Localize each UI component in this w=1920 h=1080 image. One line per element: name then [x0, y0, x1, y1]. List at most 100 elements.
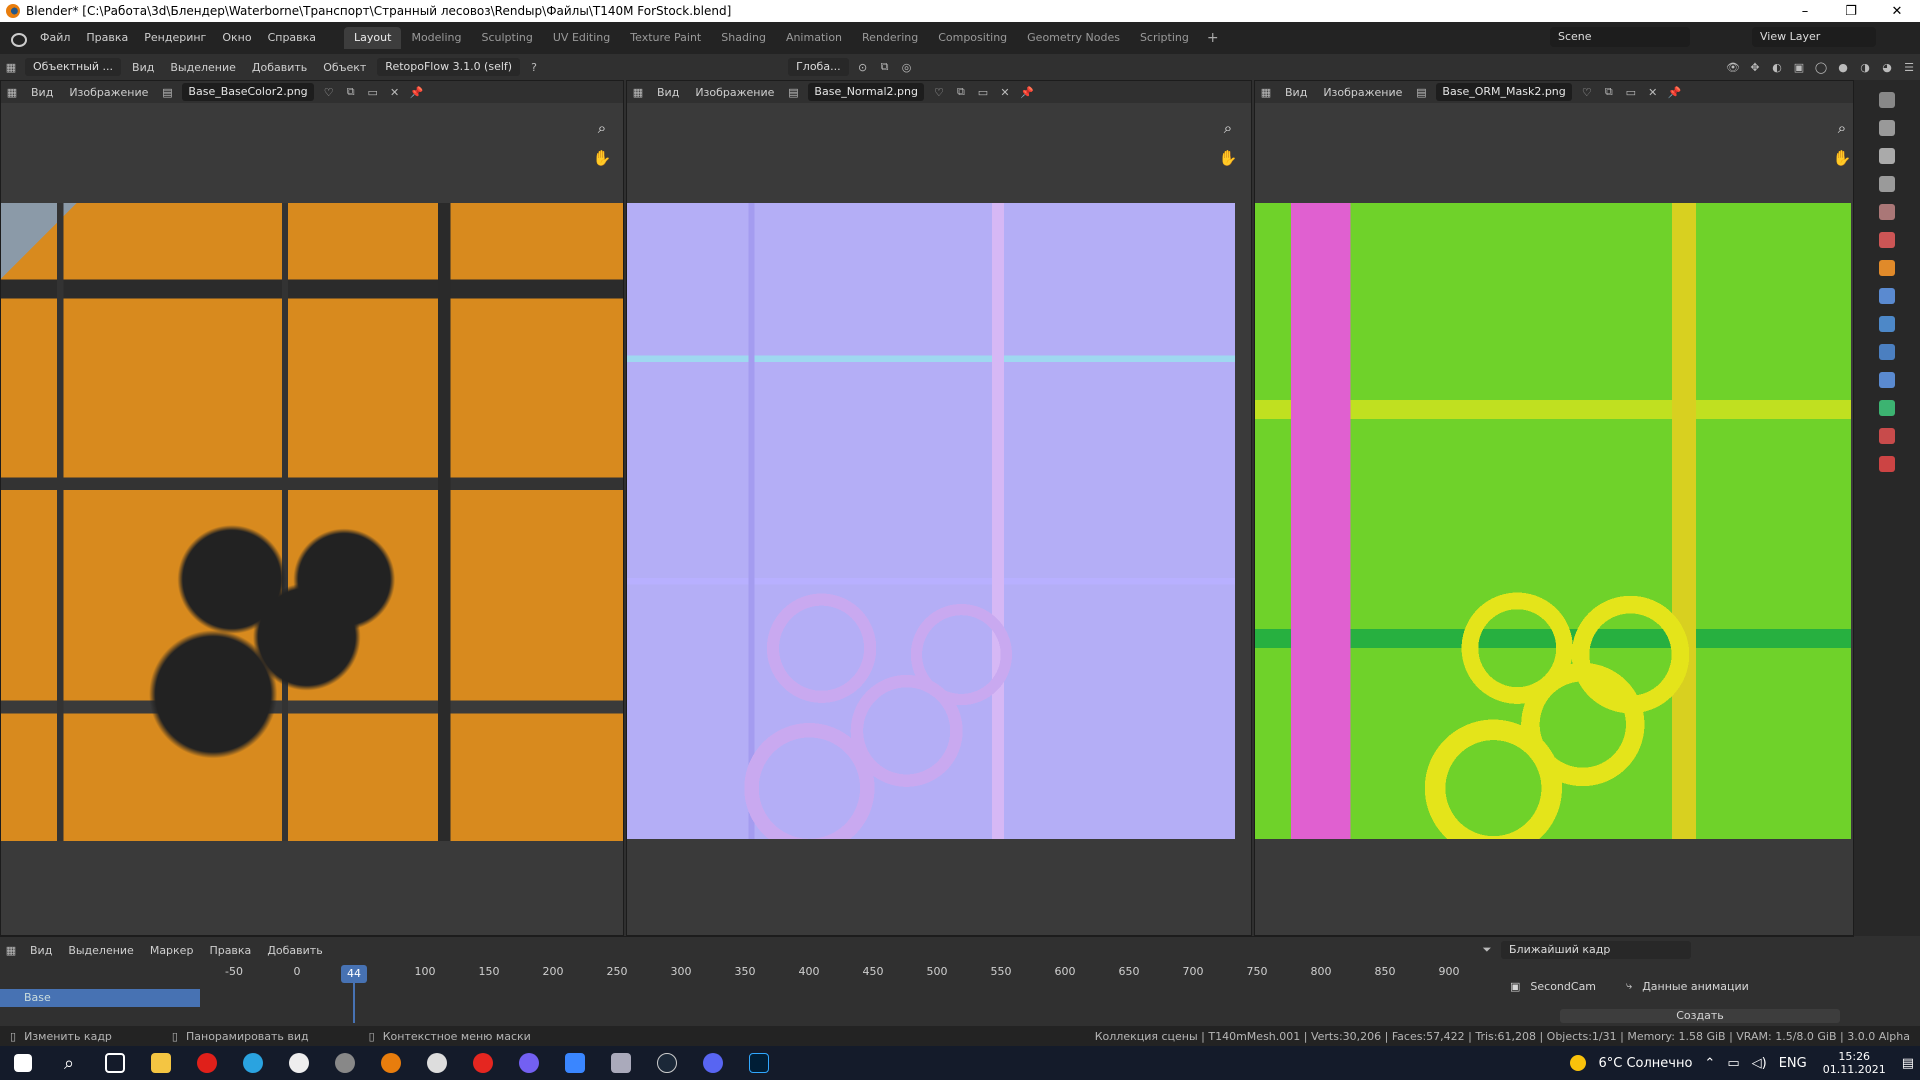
- menu-file[interactable]: Файл: [32, 28, 78, 48]
- menu-help[interactable]: Справка: [260, 28, 324, 48]
- tab-layout[interactable]: Layout: [344, 27, 402, 49]
- tab-animation[interactable]: Animation: [776, 27, 852, 49]
- tool-tab-icon[interactable]: [1879, 92, 1895, 108]
- xray-icon[interactable]: ▣: [1790, 58, 1808, 76]
- unreal-icon[interactable]: [276, 1046, 322, 1080]
- create-button[interactable]: Создать: [1560, 1009, 1840, 1023]
- pin-icon[interactable]: 📌: [1018, 83, 1036, 101]
- timeline-editor[interactable]: ▦ Вид Выделение Маркер Правка Добавить ⏷…: [0, 936, 1854, 1026]
- tab-compositing[interactable]: Compositing: [928, 27, 1017, 49]
- open-image-icon[interactable]: ▭: [1622, 83, 1640, 101]
- new-image-icon[interactable]: ⧉: [342, 83, 360, 101]
- wireframe-shading-icon[interactable]: ◯: [1812, 58, 1830, 76]
- steam-icon[interactable]: [644, 1046, 690, 1080]
- zoom-icon[interactable]: ⌕: [591, 117, 613, 139]
- material-shading-icon[interactable]: ◑: [1856, 58, 1874, 76]
- app-icon[interactable]: [322, 1046, 368, 1080]
- output-tab-icon[interactable]: [1879, 148, 1895, 164]
- language-indicator[interactable]: ENG: [1779, 1056, 1807, 1071]
- notifications-icon[interactable]: ▤: [1902, 1056, 1914, 1071]
- editor-type-icon[interactable]: ▦: [1257, 83, 1275, 101]
- image-browse-icon[interactable]: ▤: [158, 83, 176, 101]
- calculator-icon[interactable]: [552, 1046, 598, 1080]
- start-button[interactable]: [0, 1046, 46, 1080]
- unlink-image-icon[interactable]: ✕: [386, 83, 404, 101]
- menu-add[interactable]: Добавить: [244, 61, 315, 74]
- tab-geometry-nodes[interactable]: Geometry Nodes: [1017, 27, 1130, 49]
- close-button[interactable]: ✕: [1874, 0, 1920, 22]
- editor-type-icon[interactable]: ▦: [2, 58, 20, 76]
- pan-hand-icon[interactable]: ✋: [591, 147, 613, 169]
- task-view-icon[interactable]: [92, 1046, 138, 1080]
- menu-view[interactable]: Вид: [22, 944, 60, 957]
- unlink-image-icon[interactable]: ✕: [996, 83, 1014, 101]
- fake-user-icon[interactable]: ♡: [930, 83, 948, 101]
- image-browse-icon[interactable]: ▤: [1412, 83, 1430, 101]
- image-name-field[interactable]: Base_ORM_Mask2.png: [1436, 83, 1572, 101]
- new-image-icon[interactable]: ⧉: [1600, 83, 1618, 101]
- particles-tab-icon[interactable]: [1879, 316, 1895, 332]
- zoom-icon[interactable]: ⌕: [1831, 117, 1853, 139]
- tab-texture-paint[interactable]: Texture Paint: [620, 27, 711, 49]
- timeline-track-base[interactable]: Base: [0, 989, 200, 1007]
- menu-image[interactable]: Изображение: [687, 86, 782, 99]
- scene-tab-icon[interactable]: [1879, 204, 1895, 220]
- app-icon[interactable]: [598, 1046, 644, 1080]
- data-tab-icon[interactable]: [1879, 400, 1895, 416]
- viber-icon[interactable]: [506, 1046, 552, 1080]
- menu-select[interactable]: Выделение: [162, 61, 244, 74]
- discord-icon[interactable]: [690, 1046, 736, 1080]
- editor-menu-icon[interactable]: ☰: [1900, 58, 1918, 76]
- pivot-icon[interactable]: ⊙: [854, 58, 872, 76]
- menu-view[interactable]: Вид: [124, 61, 162, 74]
- menu-window[interactable]: Окно: [214, 28, 259, 48]
- search-icon[interactable]: ⌕: [46, 1046, 92, 1080]
- keying-dropdown[interactable]: Ближайший кадр: [1501, 941, 1691, 959]
- yandex-icon[interactable]: [460, 1046, 506, 1080]
- photoshop-icon[interactable]: [736, 1046, 782, 1080]
- pin-icon[interactable]: 📌: [408, 83, 426, 101]
- add-workspace-icon[interactable]: +: [1199, 30, 1227, 46]
- pan-hand-icon[interactable]: ✋: [1831, 147, 1853, 169]
- menu-edit[interactable]: Правка: [78, 28, 136, 48]
- filter-icon[interactable]: ⏷: [1478, 941, 1496, 959]
- explorer-icon[interactable]: [138, 1046, 184, 1080]
- constraints-tab-icon[interactable]: [1879, 372, 1895, 388]
- pin-icon[interactable]: 📌: [1666, 83, 1684, 101]
- image-canvas[interactable]: ⌕ ✋: [627, 103, 1251, 935]
- modifier-tab-icon[interactable]: [1879, 288, 1895, 304]
- transform-orientation-dropdown[interactable]: Глоба...: [788, 58, 849, 76]
- image-canvas[interactable]: ⌕ ✋: [1, 103, 623, 935]
- menu-view[interactable]: Вид: [1277, 86, 1315, 99]
- rendered-shading-icon[interactable]: ◕: [1878, 58, 1896, 76]
- menu-add[interactable]: Добавить: [259, 944, 330, 957]
- timeline-ruler[interactable]: -50 0 100 150 200 250 300 350 400 450 50…: [0, 965, 1500, 985]
- image-browse-icon[interactable]: ▤: [784, 83, 802, 101]
- render-tab-icon[interactable]: [1879, 120, 1895, 136]
- view-layer-tab-icon[interactable]: [1879, 176, 1895, 192]
- menu-edit[interactable]: Правка: [201, 944, 259, 957]
- editor-type-icon[interactable]: ▦: [629, 83, 647, 101]
- pan-hand-icon[interactable]: ✋: [1217, 147, 1239, 169]
- weather-text[interactable]: 6°C Солнечно: [1598, 1056, 1692, 1071]
- overlay-icon[interactable]: ◐: [1768, 58, 1786, 76]
- tab-rendering[interactable]: Rendering: [852, 27, 928, 49]
- mode-dropdown[interactable]: Объектный ...: [25, 58, 122, 76]
- new-image-icon[interactable]: ⧉: [952, 83, 970, 101]
- menu-select[interactable]: Выделение: [60, 944, 142, 957]
- menu-image[interactable]: Изображение: [1315, 86, 1410, 99]
- retopoflow-dropdown[interactable]: RetopoFlow 3.1.0 (self): [377, 58, 521, 76]
- view-layer-selector[interactable]: View Layer: [1752, 27, 1876, 47]
- menu-object[interactable]: Объект: [315, 61, 374, 74]
- telegram-icon[interactable]: [230, 1046, 276, 1080]
- opera-icon[interactable]: [184, 1046, 230, 1080]
- image-editor-normal[interactable]: ▦ Вид Изображение ▤ Base_Normal2.png ♡ ⧉…: [626, 80, 1252, 936]
- fake-user-icon[interactable]: ♡: [320, 83, 338, 101]
- scene-selector[interactable]: Scene: [1550, 27, 1690, 47]
- visibility-icon[interactable]: 👁: [1724, 58, 1742, 76]
- current-frame-indicator[interactable]: 44: [341, 965, 367, 983]
- material-tab-icon[interactable]: [1879, 428, 1895, 444]
- help-icon[interactable]: ?: [525, 58, 543, 76]
- editor-type-icon[interactable]: ▦: [2, 941, 20, 959]
- network-icon[interactable]: ▭: [1727, 1056, 1739, 1071]
